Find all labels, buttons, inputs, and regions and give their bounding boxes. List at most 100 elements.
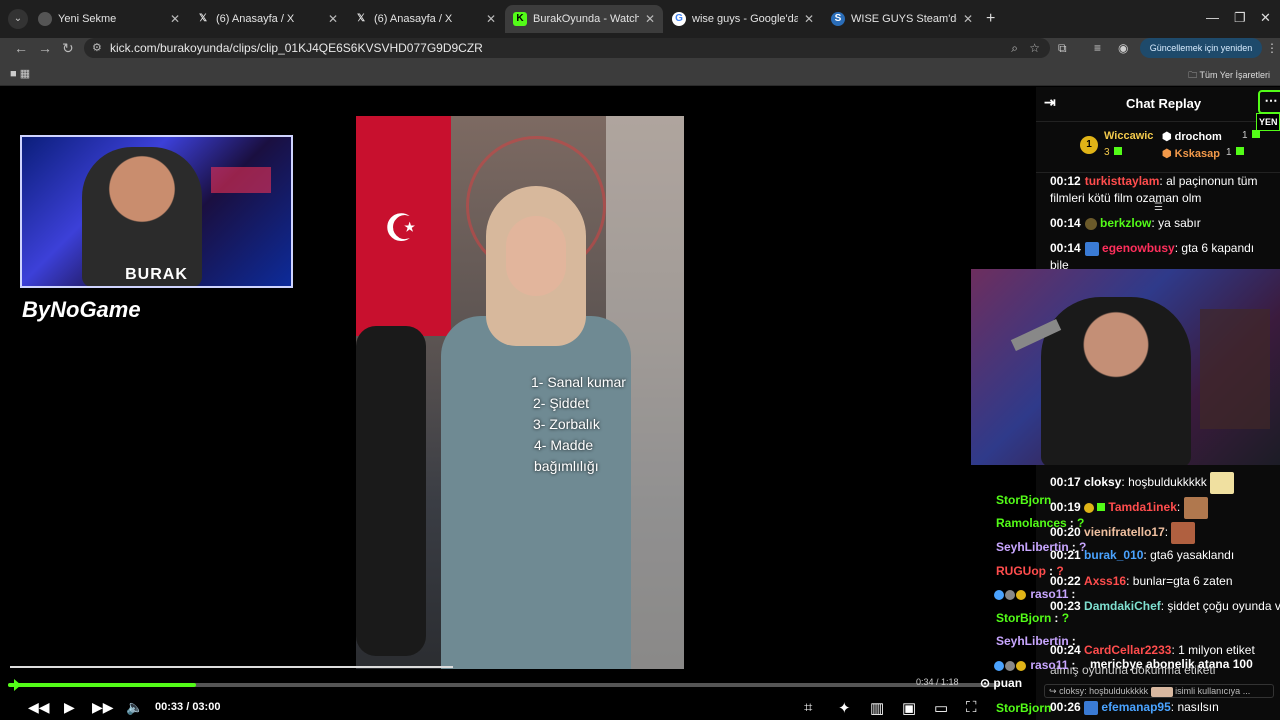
- minimize-icon[interactable]: —: [1206, 10, 1219, 25]
- more-options-icon[interactable]: ⋯: [1258, 90, 1280, 114]
- tab-4[interactable]: G wise guys - Google'da Ara ✕: [664, 5, 822, 33]
- new-tab-icon[interactable]: +: [986, 10, 995, 28]
- msg-text: bunlar=gta 6 zaten: [1132, 574, 1233, 588]
- leader-name[interactable]: Wiccawic: [1104, 130, 1153, 142]
- media-icon[interactable]: ≡: [1094, 41, 1101, 55]
- msg-user[interactable]: Axss16: [1084, 574, 1126, 588]
- pinned-user: cloksy: [1059, 686, 1085, 696]
- tab-0[interactable]: Yeni Sekme ✕: [30, 5, 188, 33]
- third-name[interactable]: ⬢ Kskasap: [1162, 147, 1220, 160]
- progress-thumb[interactable]: [14, 679, 21, 691]
- zoom-icon[interactable]: ⌕: [1011, 38, 1018, 58]
- chat-message: 00:17 cloksy: hoşbuldukkkkk: [1050, 472, 1235, 494]
- progress-bar[interactable]: [8, 679, 1000, 691]
- reload-icon[interactable]: ↻: [62, 40, 74, 57]
- overlay-user: StorBjorn: [996, 611, 1052, 625]
- gift-icon: [1097, 503, 1106, 512]
- back-icon[interactable]: ←: [14, 40, 28, 56]
- chair: [356, 326, 426, 656]
- site-settings-icon[interactable]: ⚙: [92, 38, 102, 58]
- stats-icon[interactable]: ▥: [870, 699, 884, 717]
- cam-name: BURAK: [125, 266, 188, 283]
- tab-title: Yeni Sekme: [58, 13, 117, 25]
- msg-text: gta6 yasaklandı: [1150, 548, 1235, 562]
- chat-messages: 00:12 turkisttaylam: al paçinonun tüm fil…: [1050, 173, 1275, 282]
- tab-1[interactable]: 𝕏 (6) Anasayfa / X ✕: [188, 5, 346, 33]
- sparkle-icon[interactable]: ✦: [838, 699, 851, 717]
- bookmark-star-icon[interactable]: ☆: [1029, 38, 1040, 58]
- clip-progress-line: [10, 666, 453, 668]
- new-badge[interactable]: YEN: [1256, 113, 1280, 131]
- close-icon[interactable]: ✕: [804, 12, 814, 26]
- close-window-icon[interactable]: ✕: [1260, 10, 1271, 26]
- pinned-message[interactable]: ↪ cloksy: hoşbuldukkkkk isimli kullanıcı…: [1044, 684, 1274, 698]
- fullscreen-icon[interactable]: ⛶: [966, 699, 977, 716]
- tab-title: (6) Anasayfa / X: [374, 13, 453, 25]
- steam-icon: S: [831, 12, 845, 26]
- update-button[interactable]: Güncellemek için yeniden başlat: [1140, 38, 1262, 73]
- theater-icon[interactable]: ▭: [934, 699, 948, 717]
- video-player[interactable]: BURAK ByNoGame ☪ 1- Sanal kumar 2- Şidde…: [0, 87, 1036, 720]
- overlay-chat-item: StorBjorn: [996, 701, 1051, 715]
- collapse-chat-icon[interactable]: ⇥: [1044, 94, 1056, 111]
- tab-5[interactable]: S WISE GUYS Steam'de ✕: [823, 5, 981, 33]
- close-icon[interactable]: ✕: [328, 12, 338, 26]
- all-bookmarks[interactable]: 🗀 Tüm Yer İşaretleri: [1188, 68, 1270, 84]
- forward-icon[interactable]: →: [38, 40, 52, 56]
- moderator-icon: [1084, 241, 1099, 256]
- pinned-text: hoşbuldukkkkk: [1089, 686, 1149, 696]
- url-text: kick.com/burakoyunda/clips/clip_01KJ4QE6…: [110, 41, 483, 55]
- speaker-suit: [441, 316, 631, 669]
- msg-user[interactable]: berkzlow: [1100, 216, 1151, 230]
- play-icon[interactable]: ▶: [64, 699, 75, 716]
- apps-icon[interactable]: ■ ▦: [10, 67, 30, 80]
- emote-icon: [1183, 497, 1208, 519]
- msg-user[interactable]: CardCellar2233: [1084, 643, 1171, 657]
- extensions-icon[interactable]: ⧉: [1058, 41, 1067, 56]
- msg-user[interactable]: cloksy: [1084, 475, 1121, 489]
- rewind-icon[interactable]: ◀◀: [28, 699, 50, 716]
- crop-icon[interactable]: ⌗: [804, 699, 812, 716]
- browser-tab-bar: ⌄ Yeni Sekme ✕ 𝕏 (6) Anasayfa / X ✕ 𝕏 (6…: [0, 0, 1280, 38]
- msg-user[interactable]: egenowbusy: [1102, 241, 1175, 255]
- msg-text: hoşbuldukkkkk: [1128, 475, 1207, 490]
- leader-count-value: 3: [1104, 147, 1110, 158]
- medal-icon: [1084, 503, 1095, 513]
- maximize-icon[interactable]: ❐: [1234, 10, 1246, 26]
- volume-icon[interactable]: 🔈: [126, 699, 143, 716]
- moderator-icon: [1084, 700, 1099, 715]
- badge-icon: [1005, 660, 1015, 671]
- tab-2[interactable]: 𝕏 (6) Anasayfa / X ✕: [346, 5, 504, 33]
- overlay-text: ?: [1061, 611, 1070, 625]
- msg-user[interactable]: vienifratello17: [1084, 525, 1165, 539]
- close-icon[interactable]: ✕: [645, 12, 655, 26]
- puan-label: ⊙ puan: [980, 676, 1023, 690]
- msg-user[interactable]: burak_010: [1084, 548, 1143, 562]
- profile-icon[interactable]: ◉: [1118, 41, 1128, 55]
- second-name[interactable]: ⬢ drochom: [1162, 130, 1222, 143]
- second-count: 1: [1242, 130, 1261, 141]
- msg-user[interactable]: Tamda1inek: [1108, 500, 1176, 514]
- x-icon: 𝕏: [198, 13, 208, 24]
- tab-3[interactable]: K BurakOyunda - Watch clips on ✕: [505, 5, 663, 33]
- tab-title: (6) Anasayfa / X: [216, 13, 295, 25]
- address-bar[interactable]: ⚙ kick.com/burakoyunda/clips/clip_01KJ4Q…: [84, 38, 1050, 58]
- chat-title: Chat Replay: [1126, 96, 1202, 111]
- overlay-user: Ramolances: [996, 516, 1067, 530]
- gold-medal-icon: 1: [1080, 136, 1098, 154]
- msg-user[interactable]: turkisttaylam: [1085, 174, 1160, 188]
- pip-icon[interactable]: ▣: [902, 699, 916, 717]
- chat-message: 00:14 berkzlow: ya sabır: [1050, 216, 1201, 230]
- msg-time: 00:12: [1050, 174, 1081, 188]
- tab-search-icon[interactable]: ⌄: [8, 9, 28, 29]
- close-icon[interactable]: ✕: [963, 12, 973, 26]
- chat-message: 00:26 efemanap95: nasılsın: [1050, 700, 1219, 715]
- msg-user[interactable]: DamdakiChef: [1084, 599, 1161, 613]
- msg-user[interactable]: efemanap95: [1101, 700, 1170, 714]
- close-icon[interactable]: ✕: [486, 12, 496, 26]
- menu-icon[interactable]: ⋮: [1266, 41, 1278, 55]
- close-icon[interactable]: ✕: [170, 12, 180, 26]
- fast-forward-icon[interactable]: ▶▶: [92, 699, 114, 716]
- badge-icon: [1016, 660, 1026, 671]
- overlay-chat-item: raso11:: [994, 658, 1075, 672]
